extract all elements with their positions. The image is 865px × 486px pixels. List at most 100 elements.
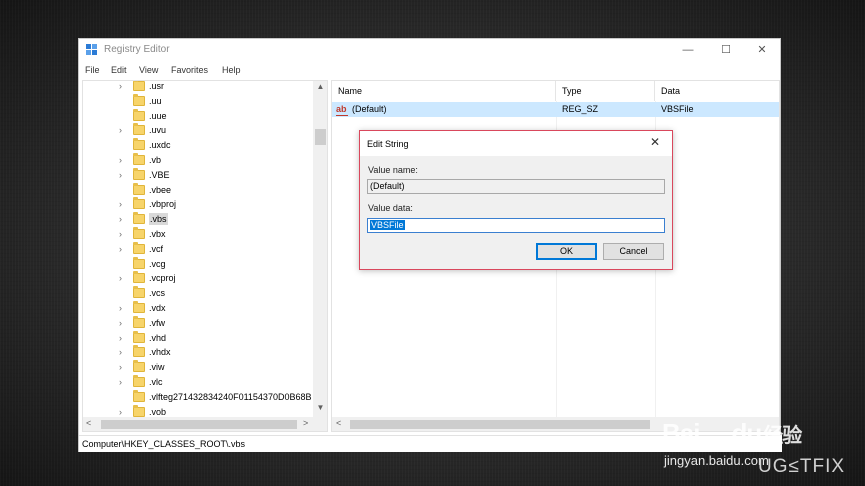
value-name-field: (Default)	[367, 179, 665, 194]
tree-item[interactable]: › .vcproj	[83, 271, 313, 286]
value-data-label: Value data:	[368, 203, 413, 213]
registry-icon	[86, 44, 98, 55]
tree-item[interactable]: › .uvu	[83, 123, 313, 138]
expand-arrow-icon[interactable]: ›	[119, 375, 122, 389]
folder-icon	[133, 286, 145, 299]
key-tree-pane[interactable]: › .usr .uu .uue › .uvu .uxdc › .vb › .VBE .vbee › .vb…	[82, 80, 328, 432]
tree-item[interactable]: › .usr	[83, 81, 313, 94]
minimize-button[interactable]: —	[675, 41, 701, 59]
column-header-type[interactable]: Type	[556, 81, 655, 101]
folder-icon	[133, 197, 145, 210]
tree-item[interactable]: › .vcf	[83, 241, 313, 257]
column-header-name[interactable]: Name	[332, 81, 556, 101]
folder-icon	[133, 138, 145, 151]
string-value-icon: ab	[336, 104, 348, 116]
expand-arrow-icon[interactable]: ›	[119, 301, 122, 315]
ugetfix-watermark: UG≤TFIX	[758, 456, 846, 477]
scroll-right-icon[interactable]: >	[303, 418, 308, 428]
tree-item[interactable]: › .vbproj	[83, 197, 313, 212]
menu-file[interactable]: File	[85, 65, 100, 75]
tree-item[interactable]: › .vhdx	[83, 345, 313, 360]
tree-item[interactable]: › .vdx	[83, 301, 313, 316]
value-row-default[interactable]: ab (Default) REG_SZ VBSFile	[332, 102, 779, 117]
close-button[interactable]: ✕	[749, 41, 775, 59]
value-data-field[interactable]: VBSFile	[367, 218, 665, 233]
folder-icon	[133, 227, 145, 239]
title-bar: Registry Editor — ☐ ✕	[79, 39, 780, 61]
expand-arrow-icon[interactable]: ›	[119, 331, 122, 345]
folder-icon	[133, 360, 145, 373]
expand-arrow-icon[interactable]: ›	[119, 197, 122, 211]
tree-item[interactable]: › .vlc	[83, 375, 313, 390]
tree-item-label: .uu	[149, 95, 162, 106]
expand-arrow-icon[interactable]: ›	[119, 316, 122, 330]
tree-item[interactable]: .vcs	[83, 286, 313, 301]
tree-item[interactable]: › .vb	[83, 153, 313, 168]
menu-view[interactable]: View	[139, 65, 158, 75]
tree-item[interactable]: › .VBE	[83, 167, 313, 183]
folder-icon	[133, 375, 145, 387]
tree-item-label: .vcs	[149, 288, 166, 299]
scroll-left-icon[interactable]: <	[336, 418, 341, 428]
expand-arrow-icon[interactable]: ›	[119, 405, 122, 417]
folder-icon	[133, 330, 145, 343]
expand-arrow-icon[interactable]: ›	[119, 212, 122, 226]
tree-item[interactable]: › .viw	[83, 360, 313, 375]
tree-item[interactable]: .uu	[83, 93, 313, 109]
baidu-paw-icon	[724, 392, 748, 417]
baidu-suffix-text: 经验	[763, 425, 802, 447]
expand-arrow-icon[interactable]: ›	[119, 242, 122, 256]
tree-item[interactable]: › .vbx	[83, 227, 313, 242]
tree-item-label: .uue	[149, 110, 167, 121]
maximize-button[interactable]: ☐	[713, 41, 739, 59]
tree-item[interactable]: .vbee	[83, 182, 313, 198]
folder-icon	[133, 301, 145, 313]
expand-arrow-icon[interactable]: ›	[119, 227, 122, 241]
expand-arrow-icon[interactable]: ›	[119, 123, 122, 137]
tree-item[interactable]: .uxdc	[83, 138, 313, 153]
tree-item[interactable]: › .vbs	[83, 212, 313, 227]
menu-edit[interactable]: Edit	[111, 65, 127, 75]
folder-icon	[133, 345, 145, 358]
folder-icon	[133, 123, 145, 136]
tree-item-label: .vhdx	[149, 347, 171, 358]
folder-icon	[133, 182, 145, 195]
column-header-data[interactable]: Data	[655, 81, 779, 101]
menu-bar: File Edit View Favorites Help	[79, 63, 780, 79]
tree-item[interactable]: › .vhd	[83, 330, 313, 346]
tree-horizontal-scrollbar[interactable]: < >	[83, 417, 313, 431]
tree-item[interactable]: .vcg	[83, 256, 313, 272]
edit-string-dialog: Edit String ✕ Value name: (Default) Valu…	[359, 130, 673, 270]
expand-arrow-icon[interactable]: ›	[119, 345, 122, 359]
menu-favorites[interactable]: Favorites	[171, 65, 208, 75]
tree-item-label: .vbx	[149, 229, 166, 239]
tree-item[interactable]: › .vob	[83, 404, 313, 417]
value-data: VBSFile	[661, 104, 694, 114]
cancel-button[interactable]: Cancel	[603, 243, 664, 260]
menu-help[interactable]: Help	[222, 65, 241, 75]
scroll-left-icon[interactable]: <	[86, 418, 91, 428]
tree-item-label: .vbee	[149, 184, 172, 195]
expand-arrow-icon[interactable]: ›	[119, 360, 122, 374]
scroll-thumb[interactable]	[101, 420, 297, 429]
scroll-down-icon[interactable]: ▼	[313, 403, 327, 412]
scrollbar-corner	[313, 417, 327, 431]
expand-arrow-icon[interactable]: ›	[119, 271, 122, 285]
scroll-up-icon[interactable]: ▲	[313, 82, 327, 91]
tree-item[interactable]: › .vfw	[83, 315, 313, 331]
tree-item-label: .vob	[149, 406, 167, 417]
scroll-thumb[interactable]	[315, 129, 326, 145]
expand-arrow-icon[interactable]: ›	[119, 168, 122, 182]
scroll-thumb[interactable]	[350, 420, 650, 429]
baidu-text: Bai	[662, 418, 700, 448]
tree-item[interactable]: .vlfteg271432834240F01154370D0B68B	[83, 389, 313, 405]
tree-vertical-scrollbar[interactable]: ▲ ▼	[313, 81, 327, 417]
folder-icon	[133, 93, 145, 106]
tree-item-label: .vbproj	[149, 199, 177, 210]
tree-item[interactable]: .uue	[83, 108, 313, 124]
dialog-close-button[interactable]: ✕	[650, 135, 660, 149]
value-type: REG_SZ	[562, 104, 599, 114]
expand-arrow-icon[interactable]: ›	[119, 81, 122, 93]
expand-arrow-icon[interactable]: ›	[119, 153, 122, 167]
ok-button[interactable]: OK	[536, 243, 597, 260]
